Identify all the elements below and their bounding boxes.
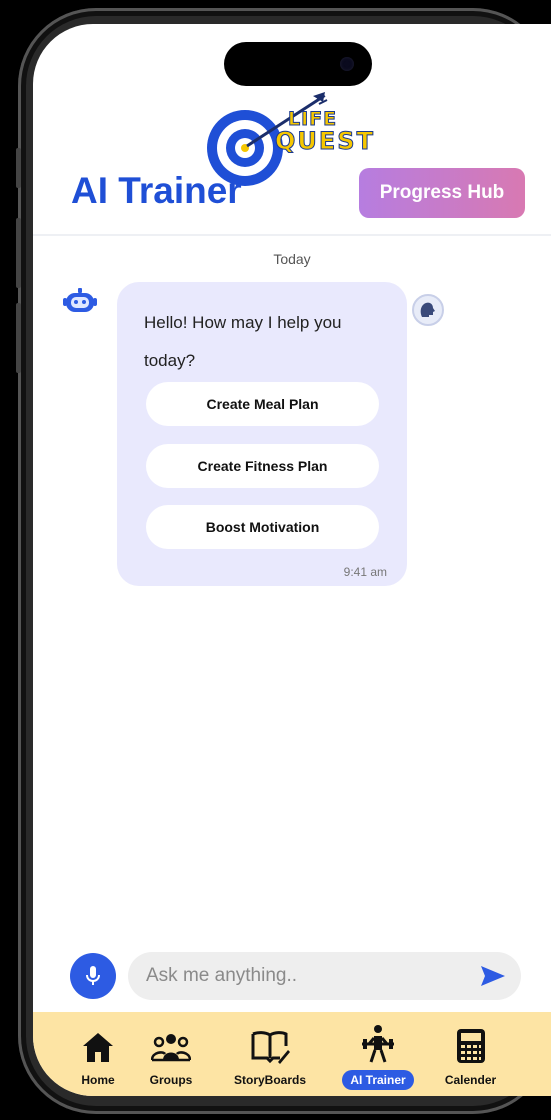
nav-item-calender[interactable]: Calender: [428, 1012, 513, 1096]
volume-down-button: [16, 303, 21, 373]
send-icon[interactable]: [479, 964, 507, 988]
book-edit-icon: [251, 1031, 290, 1064]
page-title: AI Trainer: [71, 170, 242, 211]
date-separator: Today: [273, 251, 311, 267]
chat-input-container: [128, 952, 521, 1000]
nav-label-storyboards: StoryBoards: [233, 1073, 307, 1087]
nav-label-calender: Calender: [444, 1073, 497, 1087]
chat-input[interactable]: [146, 952, 466, 1000]
nav-label-groups: Groups: [149, 1073, 193, 1087]
bot-message-bubble: Hello! How may I help you today? Create …: [117, 282, 407, 586]
speaking-head-icon: [420, 302, 435, 317]
create-meal-plan-button[interactable]: Create Meal Plan: [146, 382, 379, 426]
logo-quest-text: QUEST: [275, 127, 375, 156]
nav-item-storyboards[interactable]: StoryBoards: [211, 1012, 329, 1096]
app-screen: LIFE QUEST AI Trainer Progress Hub Today…: [33, 24, 551, 1096]
read-aloud-button[interactable]: [412, 294, 444, 326]
microphone-button[interactable]: [70, 953, 116, 999]
action-button: [16, 148, 21, 188]
message-timestamp: 9:41 am: [343, 565, 387, 579]
nav-item-home[interactable]: Home: [68, 1012, 128, 1096]
nav-item-groups[interactable]: Groups: [136, 1012, 206, 1096]
dynamic-island: [224, 42, 372, 86]
bot-avatar-icon: [63, 288, 97, 312]
weightlifter-icon: [362, 1025, 394, 1063]
home-icon: [83, 1033, 113, 1062]
microphone-icon: [86, 966, 100, 985]
bottom-navigation: Home Groups StoryBoards AI Trainer Calen…: [33, 1012, 551, 1096]
bot-message-text: Hello! How may I help you today?: [144, 313, 342, 370]
progress-hub-button[interactable]: Progress Hub: [359, 168, 525, 218]
create-fitness-plan-button[interactable]: Create Fitness Plan: [146, 444, 379, 488]
nav-item-ai-trainer[interactable]: AI Trainer: [331, 1012, 425, 1096]
nav-label-home: Home: [81, 1073, 115, 1087]
groups-icon: [151, 1034, 191, 1062]
volume-up-button: [16, 218, 21, 288]
nav-label-ai-trainer: AI Trainer: [342, 1070, 414, 1090]
header-divider: [33, 234, 551, 236]
calculator-icon: [456, 1029, 485, 1063]
boost-motivation-button[interactable]: Boost Motivation: [146, 505, 379, 549]
